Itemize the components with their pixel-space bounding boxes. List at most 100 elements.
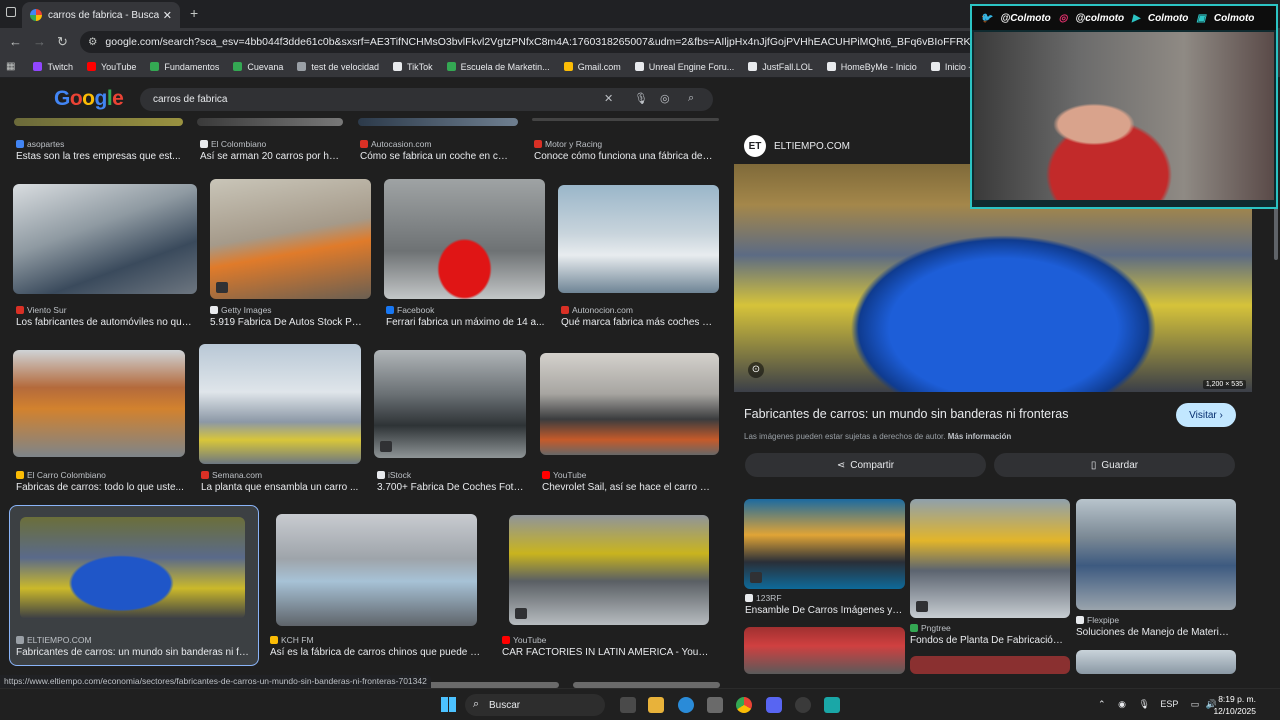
bookmark-item[interactable]: HomeByMe - Inicio xyxy=(826,62,917,72)
source-name: Autocasion.com xyxy=(371,139,432,149)
source-favicon-icon xyxy=(502,636,510,644)
related-image[interactable] xyxy=(1076,650,1236,674)
result-image[interactable] xyxy=(540,353,719,455)
result-image[interactable] xyxy=(374,350,526,458)
related-image[interactable] xyxy=(910,499,1070,618)
file-explorer-icon[interactable] xyxy=(648,697,664,713)
related-image[interactable] xyxy=(744,627,905,674)
preview-title[interactable]: Fabricantes de carros: un mundo sin band… xyxy=(744,407,1068,421)
save-button[interactable]: ▯ Guardar xyxy=(994,453,1235,477)
rights-text: Las imágenes pueden estar sujetas a dere… xyxy=(744,432,946,441)
result-title[interactable]: Conoce cómo funciona una fábrica de a... xyxy=(534,151,714,162)
visit-button[interactable]: Visitar › xyxy=(1176,403,1236,427)
copyright-note: Las imágenes pueden estar sujetas a dere… xyxy=(744,432,1011,441)
bookmark-item[interactable]: Unreal Engine Foru... xyxy=(634,62,734,72)
result-title[interactable]: Fabricantes de carros: un mundo sin band… xyxy=(16,647,252,658)
result-source: Semana.com xyxy=(201,470,262,480)
tray-app-icon[interactable]: ◉ xyxy=(1118,699,1126,709)
bookmark-item[interactable]: TikTok xyxy=(392,62,433,72)
result-image[interactable] xyxy=(14,118,183,126)
related-image[interactable] xyxy=(910,656,1070,674)
mic-icon[interactable]: 🎙 xyxy=(1138,699,1149,709)
close-tab-icon[interactable]: ✕ xyxy=(163,9,172,22)
result-image[interactable] xyxy=(13,350,185,457)
result-image[interactable] xyxy=(197,118,343,126)
result-image[interactable] xyxy=(199,344,361,464)
reload-icon[interactable]: ↻ xyxy=(57,34,68,50)
lens-search-icon[interactable]: ⊙ xyxy=(748,362,764,378)
related-image[interactable] xyxy=(1076,499,1236,610)
taskbar-clock[interactable]: 8:19 p. m. 12/10/2025 xyxy=(1213,693,1256,717)
result-title[interactable]: Los fabricantes de automóviles no quie..… xyxy=(16,317,192,328)
bookmark-item[interactable]: Cuevana xyxy=(233,62,283,72)
related-image[interactable] xyxy=(744,499,905,589)
forward-icon[interactable]: → xyxy=(33,34,46,49)
network-icon[interactable]: ▭ xyxy=(1191,699,1200,709)
more-info-link[interactable]: Más información xyxy=(948,432,1012,441)
result-image[interactable] xyxy=(558,185,719,293)
voice-search-icon[interactable]: 🎙 xyxy=(634,92,648,105)
obs-icon[interactable] xyxy=(795,697,811,713)
store-icon[interactable] xyxy=(707,697,723,713)
result-title[interactable]: 3.700+ Fabrica De Coches Foto... xyxy=(377,482,525,493)
result-title[interactable]: 5.919 Fabrica De Autos Stock Ph... xyxy=(210,317,365,328)
tray-chevron-icon[interactable]: ⌃ xyxy=(1098,699,1106,709)
result-image[interactable] xyxy=(13,184,197,294)
bookmark-item[interactable]: YouTube xyxy=(86,62,136,72)
result-image[interactable] xyxy=(384,179,545,299)
chrome-icon[interactable] xyxy=(736,697,752,713)
result-title[interactable]: La planta que ensambla un carro ... xyxy=(201,482,359,493)
related-title[interactable]: Soluciones de Manejo de Material... xyxy=(1076,627,1234,638)
bookmark-item[interactable]: JustFall.LOL xyxy=(748,62,813,72)
result-image[interactable] xyxy=(20,517,245,619)
image-badge-icon xyxy=(916,601,928,612)
bookmark-item[interactable]: Escuela de Marketin... xyxy=(446,62,550,72)
result-title[interactable]: Chevrolet Sail, así se hace el carro m..… xyxy=(542,482,714,493)
windows-start-icon[interactable] xyxy=(441,697,456,712)
share-button[interactable]: ⋖ Compartir xyxy=(745,453,986,477)
bookmark-label: Cuevana xyxy=(247,61,284,72)
related-title[interactable]: Fondos de Planta De Fabricación ... xyxy=(910,635,1068,646)
result-title[interactable]: Cómo se fabrica un coche en cua... xyxy=(360,151,510,162)
google-logo[interactable]: Google xyxy=(54,87,124,111)
result-source: El Colombiano xyxy=(200,139,266,149)
edge-icon[interactable] xyxy=(678,697,694,713)
bookmark-item[interactable]: Fundamentos xyxy=(150,62,219,72)
lens-icon[interactable]: ◎ xyxy=(660,92,670,105)
address-bar[interactable]: ⚙ google.com/search?sca_esv=4bb044f3dde6… xyxy=(80,31,980,53)
result-title[interactable]: Qué marca fabrica más coches po... xyxy=(561,317,717,328)
site-info-icon[interactable]: ⚙ xyxy=(88,36,97,48)
task-view-icon[interactable] xyxy=(620,697,636,713)
browser-tab[interactable]: carros de fabrica - Buscar con Google ✕ xyxy=(22,2,180,28)
bookmark-item[interactable]: test de velocidad xyxy=(297,62,379,72)
result-image[interactable] xyxy=(276,514,477,626)
result-image[interactable] xyxy=(509,515,709,625)
related-title[interactable]: Ensamble De Carros Imágenes y F... xyxy=(745,605,903,616)
search-icon[interactable]: ⌕ xyxy=(688,92,694,105)
clear-icon[interactable]: ✕ xyxy=(604,92,613,105)
back-icon[interactable]: ← xyxy=(9,34,22,49)
result-title[interactable]: Estas son la tres empresas que est... xyxy=(16,151,186,162)
result-title[interactable]: Ferrari fabrica un máximo de 14 a... xyxy=(386,317,546,328)
result-image[interactable] xyxy=(210,179,371,299)
search-box[interactable]: carros de fabrica ✕ 🎙 ◎ ⌕ xyxy=(140,88,713,111)
bookmark-item[interactable]: Gmail.com xyxy=(563,62,621,72)
taskbar-search[interactable]: ⌕ Buscar xyxy=(465,694,605,716)
result-title[interactable]: CAR FACTORIES IN LATIN AMERICA - YouTube xyxy=(502,647,712,658)
tab-list-icon[interactable] xyxy=(6,7,16,17)
new-tab-button[interactable]: + xyxy=(190,5,198,21)
result-title[interactable]: Fabricas de carros: todo lo que uste... xyxy=(16,482,186,493)
bookmark-item[interactable]: Twitch xyxy=(33,62,73,72)
result-image[interactable] xyxy=(532,118,719,121)
result-title[interactable]: Así es la fábrica de carros chinos que p… xyxy=(270,647,482,658)
result-title[interactable]: Así se arman 20 carros por hor... xyxy=(200,151,340,162)
language-indicator[interactable]: ESP xyxy=(1160,699,1178,709)
preview-site-name[interactable]: ELTIEMPO.COM xyxy=(774,141,850,152)
site-logo: ET xyxy=(744,135,766,157)
result-image[interactable] xyxy=(358,118,518,126)
discord-icon[interactable] xyxy=(766,697,782,713)
capcut-icon[interactable] xyxy=(824,697,840,713)
bookmark-label: test de velocidad xyxy=(311,61,379,72)
source-name: Viento Sur xyxy=(27,305,67,315)
apps-grid-icon[interactable]: ▦ xyxy=(6,61,15,72)
